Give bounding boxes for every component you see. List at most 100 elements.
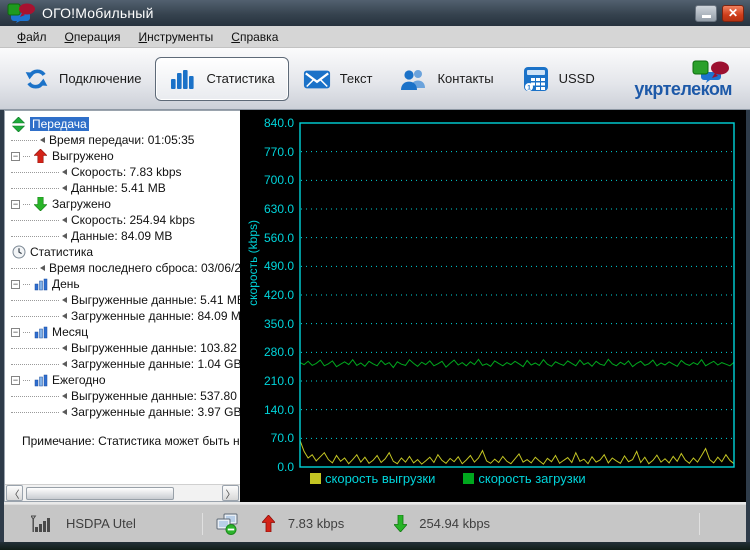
menu-item-1[interactable]: Операция xyxy=(56,28,130,46)
tree-node-label: Передача xyxy=(30,117,89,131)
status-separator-right xyxy=(699,513,700,535)
series-line-0 xyxy=(300,440,734,464)
leaf-marker-icon xyxy=(62,169,67,175)
close-button[interactable]: ✕ xyxy=(722,5,744,22)
tree-connector xyxy=(11,140,37,141)
upload-arrow-icon xyxy=(33,149,48,164)
tree-row-5[interactable]: − Загружено xyxy=(5,196,240,212)
tree-row-12[interactable]: Загруженные данные: 84.09 MB xyxy=(5,308,240,324)
tree-leaf-label: Загруженные данные: 3.97 GB xyxy=(71,405,240,419)
tree-node-label: Месяц xyxy=(52,325,88,339)
leaf-marker-icon xyxy=(62,313,67,319)
tree-connector xyxy=(23,204,30,205)
tree-node-label: Загружено xyxy=(52,197,111,211)
tree-leaf-label: Выгруженные данные: 537.80 MB xyxy=(71,389,240,403)
horizontal-scrollbar[interactable]: 〈 〉 xyxy=(5,484,240,501)
tree-row-15[interactable]: Загруженные данные: 1.04 GB xyxy=(5,356,240,372)
upload-speed-value: 7.83 kbps xyxy=(288,516,344,531)
download-speed-value: 254.94 kbps xyxy=(419,516,490,531)
toolbar-button-text[interactable]: Текст xyxy=(289,57,387,101)
leaf-marker-icon xyxy=(62,361,67,367)
leaf-marker-icon xyxy=(62,217,67,223)
tree-row-1[interactable]: Время передачи: 01:05:35 xyxy=(5,132,240,148)
tree-connector xyxy=(11,396,59,397)
tree-row-14[interactable]: Выгруженные данные: 103.82 MB xyxy=(5,340,240,356)
tree-leaf-label: Загруженные данные: 84.09 MB xyxy=(71,309,240,323)
scroll-left-button[interactable]: 〈 xyxy=(6,485,23,501)
tree-row-0[interactable]: Передача xyxy=(5,116,240,132)
tree-node-label: Статистика xyxy=(30,245,93,259)
window-bottom-border xyxy=(0,542,750,550)
toolbar-button-contacts[interactable]: Контакты xyxy=(386,57,507,101)
tree-row-2[interactable]: − Выгружено xyxy=(5,148,240,164)
leaf-marker-icon xyxy=(40,137,45,143)
minimize-button[interactable] xyxy=(695,5,717,22)
toolbar-button-label: Текст xyxy=(340,71,373,86)
tree-row-16[interactable]: −Ежегодно xyxy=(5,372,240,388)
bar-chart-icon xyxy=(169,66,197,92)
network-connection-icon xyxy=(213,511,241,537)
mini-bar-chart-icon xyxy=(33,277,48,292)
tree-row-17[interactable]: Выгруженные данные: 537.80 MB xyxy=(5,388,240,404)
main-area: ПередачаВремя передачи: 01:05:35 − Выгруже… xyxy=(4,110,746,502)
collapse-expander-icon[interactable]: − xyxy=(11,376,20,385)
tree-row-8[interactable]: Статистика xyxy=(5,244,240,260)
toolbar-button-label: Подключение xyxy=(59,71,141,86)
speed-chart-panel: скорость (kbps) скорость выгрузкискорост… xyxy=(240,110,746,502)
tree-leaf-label: Данные: 84.09 MB xyxy=(71,229,172,243)
upload-arrow-icon xyxy=(255,511,283,537)
app-window: ОГО!Мобильный ✕ ФайлОперацияИнструментыС… xyxy=(0,0,750,550)
tree-connector xyxy=(11,316,59,317)
tree-node-label: Выгружено xyxy=(52,149,114,163)
tree-row-13[interactable]: − Месяц xyxy=(5,324,240,340)
tree-connector xyxy=(23,284,30,285)
toolbar-button-connection[interactable]: Подключение xyxy=(8,57,155,101)
title-bar[interactable]: ОГО!Мобильный ✕ xyxy=(0,0,750,26)
tree-row-10[interactable]: − День xyxy=(5,276,240,292)
toolbar: ПодключениеСтатистикаТекстКонтакты1USSD … xyxy=(0,48,750,110)
download-arrow-icon xyxy=(33,197,48,212)
tree-row-18[interactable]: Загруженные данные: 3.97 GB xyxy=(5,404,240,420)
tree-row-4[interactable]: Данные: 5.41 MB xyxy=(5,180,240,196)
minimize-glyph xyxy=(702,15,711,18)
tree-node-label: День xyxy=(52,277,80,291)
brand-logo: укртелеком xyxy=(634,60,732,98)
tree-leaf-label: Загруженные данные: 1.04 GB xyxy=(71,357,240,371)
toolbar-button-statistics[interactable]: Статистика xyxy=(155,57,288,101)
ussd-calculator-icon: 1 xyxy=(522,66,550,92)
series-line-1 xyxy=(300,359,734,367)
tree-connector xyxy=(11,348,59,349)
tree-connector xyxy=(11,300,59,301)
tree-row-3[interactable]: Скорость: 7.83 kbps xyxy=(5,164,240,180)
tree-leaf-label: Выгруженные данные: 103.82 MB xyxy=(71,341,240,355)
menu-item-3[interactable]: Справка xyxy=(222,28,287,46)
plot-svg xyxy=(240,110,746,502)
menu-item-2[interactable]: Инструменты xyxy=(129,28,222,46)
leaf-marker-icon xyxy=(62,297,67,303)
tree-row-7[interactable]: Данные: 84.09 MB xyxy=(5,228,240,244)
collapse-expander-icon[interactable]: − xyxy=(11,152,20,161)
collapse-expander-icon[interactable]: − xyxy=(11,328,20,337)
window-title: ОГО!Мобильный xyxy=(42,5,690,21)
leaf-marker-icon xyxy=(62,185,67,191)
tree-leaf-label: Данные: 5.41 MB xyxy=(71,181,166,195)
collapse-expander-icon[interactable]: − xyxy=(11,280,20,289)
collapse-expander-icon[interactable]: − xyxy=(11,200,20,209)
tree-leaf-label: Скорость: 254.94 kbps xyxy=(71,213,195,227)
tree-row-9[interactable]: Время последнего сброса: 03/06/2010 xyxy=(5,260,240,276)
signal-strength-icon xyxy=(28,511,56,537)
scroll-thumb[interactable] xyxy=(26,487,174,500)
tree-leaf-label: Время последнего сброса: 03/06/2010 xyxy=(49,261,240,275)
menu-bar: ФайлОперацияИнструментыСправка xyxy=(0,26,750,48)
toolbar-button-label: Статистика xyxy=(206,71,274,86)
network-status-label: HSDPA Utel xyxy=(66,516,136,531)
scroll-right-button[interactable]: 〉 xyxy=(222,485,239,501)
toolbar-button-ussd[interactable]: 1 USSD xyxy=(508,57,609,101)
toolbar-button-label: USSD xyxy=(559,71,595,86)
tree-connector xyxy=(23,332,30,333)
tree-row-6[interactable]: Скорость: 254.94 kbps xyxy=(5,212,240,228)
tree-row-11[interactable]: Выгруженные данные: 5.41 MB xyxy=(5,292,240,308)
statistics-tree-panel: ПередачаВремя передачи: 01:05:35 − Выгруже… xyxy=(4,110,240,502)
status-bar: HSDPA Utel 7.83 kbps 254.94 kbps xyxy=(4,504,746,542)
menu-item-0[interactable]: Файл xyxy=(8,28,56,46)
